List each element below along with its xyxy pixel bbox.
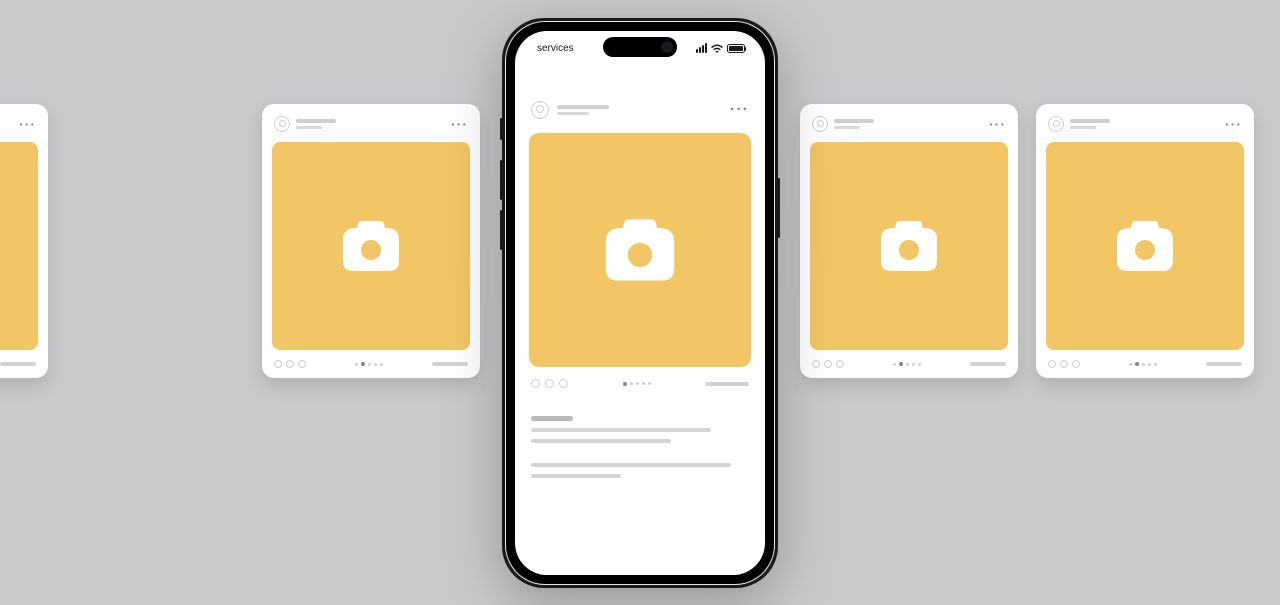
- more-options-icon[interactable]: ···: [451, 121, 468, 127]
- phone-power-button: [778, 178, 780, 238]
- more-options-icon[interactable]: ···: [1225, 121, 1242, 127]
- avatar-icon[interactable]: [812, 116, 828, 132]
- avatar-icon[interactable]: [531, 101, 549, 119]
- phone-screen: services: [515, 31, 765, 575]
- save-button-placeholder[interactable]: [970, 362, 1006, 366]
- carrier-label: services: [537, 43, 574, 54]
- post-footer: [810, 360, 1008, 368]
- more-options-icon[interactable]: ···: [730, 107, 749, 113]
- post-header: ···: [810, 116, 1008, 132]
- wifi-icon: [711, 44, 723, 53]
- action-buttons[interactable]: [812, 360, 844, 368]
- post-header: ···: [272, 116, 470, 132]
- carousel-pagination: [1129, 362, 1157, 366]
- username-placeholder: [557, 105, 722, 115]
- avatar-icon[interactable]: [1048, 116, 1064, 132]
- post-caption: [529, 388, 751, 478]
- post-footer: [529, 367, 751, 388]
- carousel-pagination: [355, 362, 383, 366]
- phone-silent-switch: [500, 118, 502, 140]
- post-image-placeholder[interactable]: [529, 133, 751, 367]
- carousel-pagination: [623, 382, 651, 386]
- post-image-placeholder[interactable]: [1046, 142, 1244, 350]
- post-image-placeholder[interactable]: [810, 142, 1008, 350]
- post-image-placeholder[interactable]: [0, 142, 38, 350]
- more-options-icon[interactable]: ···: [989, 121, 1006, 127]
- phone-volume-down: [500, 210, 502, 250]
- save-button-placeholder[interactable]: [705, 382, 749, 386]
- phone-mockup: services: [502, 18, 778, 588]
- phone-volume-up: [500, 160, 502, 200]
- save-button-placeholder[interactable]: [432, 362, 468, 366]
- post-card: ···: [1036, 104, 1254, 378]
- username-placeholder: [0, 119, 13, 129]
- post-header: ···: [529, 71, 751, 133]
- camera-icon: [1115, 219, 1175, 273]
- status-icons: [696, 43, 745, 53]
- camera-icon: [879, 219, 939, 273]
- username-placeholder: [1070, 119, 1219, 129]
- post-header: ···: [1046, 116, 1244, 132]
- cellular-signal-icon: [696, 43, 707, 53]
- camera-icon: [341, 219, 401, 273]
- post-card: ···: [800, 104, 1018, 378]
- camera-icon: [603, 217, 677, 283]
- battery-icon: [727, 44, 745, 53]
- post-card: ···: [0, 104, 48, 378]
- avatar-icon[interactable]: [274, 116, 290, 132]
- post-image-placeholder[interactable]: [272, 142, 470, 350]
- phone-post: ···: [515, 65, 765, 575]
- post-footer: [272, 360, 470, 368]
- save-button-placeholder[interactable]: [1206, 362, 1242, 366]
- dynamic-island: [603, 37, 677, 57]
- action-buttons[interactable]: [1048, 360, 1080, 368]
- action-buttons[interactable]: [274, 360, 306, 368]
- status-bar: services: [515, 31, 765, 65]
- post-footer: [0, 360, 38, 368]
- more-options-icon[interactable]: ···: [19, 121, 36, 127]
- post-footer: [1046, 360, 1244, 368]
- post-header: ···: [0, 116, 38, 132]
- username-placeholder: [834, 119, 983, 129]
- action-buttons[interactable]: [531, 379, 568, 388]
- username-placeholder: [296, 119, 445, 129]
- front-camera-icon: [661, 41, 673, 53]
- save-button-placeholder[interactable]: [0, 362, 36, 366]
- carousel-pagination: [893, 362, 921, 366]
- post-card: ···: [262, 104, 480, 378]
